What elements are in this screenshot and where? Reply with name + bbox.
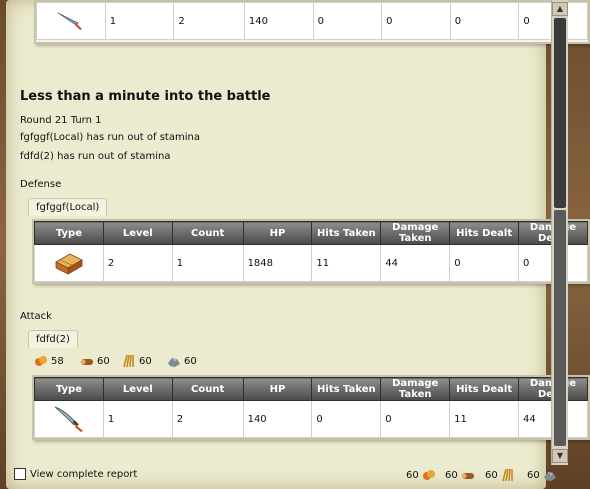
- scroll-thumb[interactable]: [554, 18, 566, 208]
- damage-taken-cell: 0: [381, 2, 451, 40]
- col-level: Level: [102, 221, 173, 245]
- battle-title: Less than a minute into the battle: [20, 89, 271, 104]
- food-icon: [422, 470, 435, 480]
- table-row: 1 2 140 0 0 11 44: [34, 400, 588, 438]
- col-damage-taken: Damage Taken: [380, 377, 451, 401]
- col-hits-dealt: Hits Dealt: [449, 377, 520, 401]
- table-row: 1 2 140 0 0 0 0: [36, 2, 588, 40]
- level-cell: 1: [102, 400, 173, 438]
- col-type: Type: [34, 377, 104, 401]
- hits-dealt-cell: 0: [449, 244, 520, 282]
- log-line: fgfggf(Local) has run out of stamina: [20, 132, 200, 143]
- footer-resource-food: 60: [406, 468, 436, 482]
- food-icon: [35, 356, 47, 366]
- unit-type-cell: [34, 244, 104, 282]
- resource-hay: 60: [122, 354, 152, 368]
- footer-resource-hay: 60: [485, 468, 515, 482]
- resource-food: 58: [34, 354, 64, 368]
- unit-type-cell: [36, 2, 106, 40]
- attack-label: Attack: [20, 311, 52, 322]
- col-hp: HP: [242, 377, 313, 401]
- col-count: Count: [171, 377, 244, 401]
- unit-type-cell: [34, 400, 104, 438]
- hits-dealt-cell: 11: [449, 400, 520, 438]
- sword-icon: [54, 406, 83, 432]
- scroll-track[interactable]: [554, 210, 566, 446]
- view-report-toggle[interactable]: View complete report: [14, 468, 137, 480]
- hits-dealt-cell: 0: [449, 2, 520, 40]
- stone-icon: [168, 358, 180, 367]
- scroll-down-arrow-icon[interactable]: ▼: [552, 449, 568, 463]
- attack-table: Type Level Count HP Hits Taken Damage Ta…: [32, 375, 590, 440]
- table-header-row: Type Level Count HP Hits Taken Damage Ta…: [34, 377, 588, 401]
- resource-stone: 60: [167, 354, 197, 368]
- hay-icon: [501, 468, 513, 482]
- hp-cell: 1848: [242, 244, 313, 282]
- damage-taken-cell: 0: [380, 400, 451, 438]
- wood-icon: [461, 473, 474, 479]
- hp-cell: 140: [243, 2, 314, 40]
- col-level: Level: [102, 377, 173, 401]
- scroll-up-arrow-icon[interactable]: ▲: [552, 2, 568, 16]
- table-header-row: Type Level Count HP Hits Taken Damage Ta…: [34, 221, 588, 245]
- hits-taken-cell: 11: [311, 244, 382, 282]
- count-cell: 1: [171, 244, 244, 282]
- col-hp: HP: [242, 221, 313, 245]
- footer-resource-stone: 60: [527, 468, 557, 482]
- top-partial-table: 1 2 140 0 0 0 0: [34, 0, 590, 44]
- footer-resource-wood: 60: [445, 468, 475, 482]
- view-report-label: View complete report: [30, 468, 138, 480]
- defense-table: Type Level Count HP Hits Taken Damage Ta…: [32, 219, 590, 284]
- damage-taken-cell: 44: [380, 244, 451, 282]
- log-line: fdfd(2) has run out of stamina: [20, 151, 171, 162]
- round-label: Round 21 Turn 1: [20, 115, 102, 126]
- level-cell: 1: [104, 2, 175, 40]
- hay-icon: [123, 354, 134, 368]
- col-hits-taken: Hits Taken: [311, 221, 382, 245]
- wood-icon: [80, 359, 93, 365]
- hp-cell: 140: [242, 400, 313, 438]
- scrollbar[interactable]: ▲ ▼: [551, 0, 568, 465]
- hits-taken-cell: 0: [312, 2, 383, 40]
- attack-tab[interactable]: fdfd(2): [28, 330, 78, 348]
- hits-taken-cell: 0: [311, 400, 382, 438]
- count-cell: 2: [171, 400, 244, 438]
- resource-wood: 60: [80, 354, 110, 368]
- view-report-checkbox[interactable]: [14, 468, 26, 480]
- stone-icon: [543, 472, 556, 481]
- level-cell: 2: [102, 244, 173, 282]
- defense-tab[interactable]: fgfggf(Local): [28, 198, 108, 216]
- col-damage-taken: Damage Taken: [380, 221, 451, 245]
- col-count: Count: [171, 221, 244, 245]
- sword-icon: [57, 12, 82, 30]
- col-hits-taken: Hits Taken: [311, 377, 382, 401]
- count-cell: 2: [173, 2, 245, 40]
- table-row: 2 1 1848 11 44 0 0: [34, 244, 588, 282]
- col-type: Type: [34, 221, 104, 245]
- col-hits-dealt: Hits Dealt: [449, 221, 520, 245]
- defense-label: Defense: [20, 179, 62, 190]
- wall-building-icon: [55, 253, 83, 275]
